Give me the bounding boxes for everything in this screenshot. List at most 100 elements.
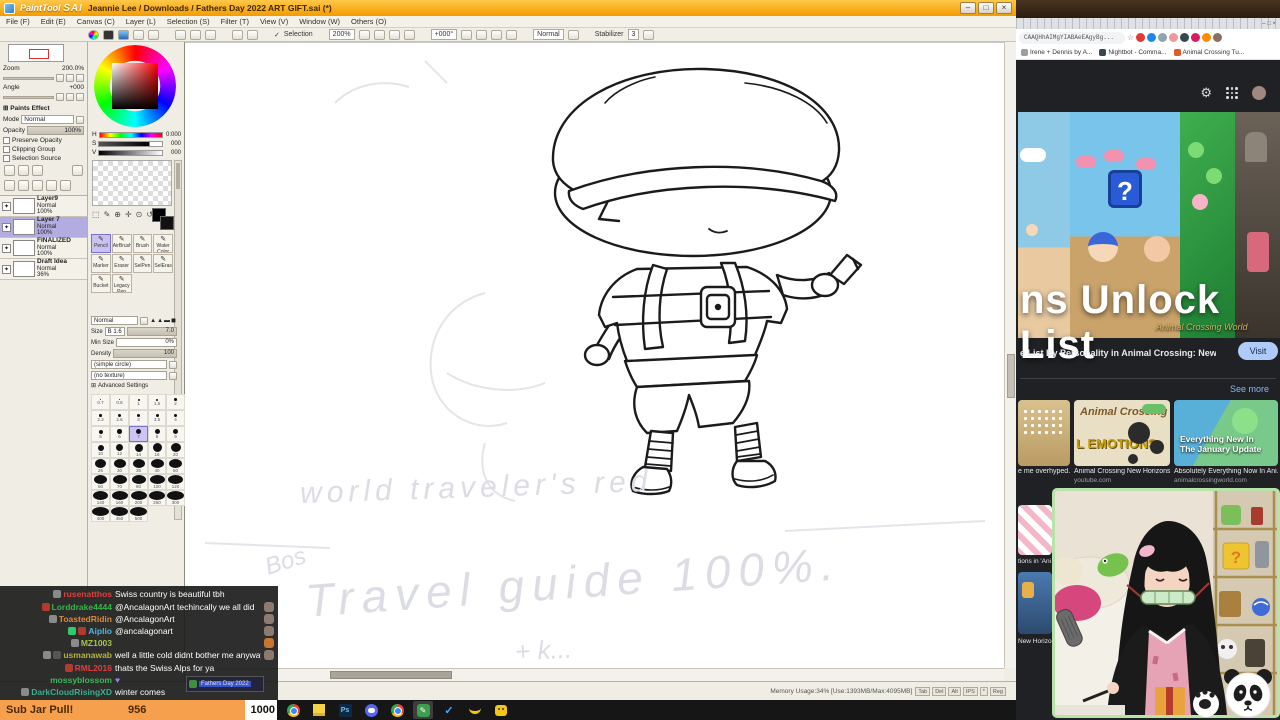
paint-mode-select[interactable]: Normal	[533, 29, 564, 40]
menu-item[interactable]: Selection (S)	[167, 17, 210, 26]
layer-row[interactable]: ✦ FINALIZED Normal 100%	[0, 238, 87, 259]
new-linework-layer-icon[interactable]	[18, 165, 29, 176]
brush-size-cell[interactable]: 25	[91, 458, 110, 474]
brush-size-cell[interactable]: 3	[129, 410, 148, 426]
tool-button[interactable]: ✎ SelEras	[153, 254, 173, 273]
vscroll-thumb[interactable]	[1007, 354, 1015, 398]
opacity-slider[interactable]: 100%	[27, 126, 84, 135]
tool-button[interactable]: ✎ Eraser	[111, 254, 132, 273]
google-apps-grid-icon[interactable]	[1226, 87, 1238, 99]
browser-window-controls[interactable]: – □ ×	[1262, 21, 1276, 27]
profile-avatar[interactable]	[1213, 33, 1223, 42]
bookmark-star-icon[interactable]: ☆	[1127, 33, 1134, 42]
layer-mode-menu[interactable]	[76, 115, 84, 124]
see-more-link[interactable]: See more	[1230, 384, 1269, 394]
taskbar-chrome-profile-icon[interactable]	[387, 701, 407, 719]
brush-size-cell[interactable]: 70	[110, 474, 129, 490]
brush-size-cell[interactable]: 1.5	[148, 394, 166, 410]
bookmark-item[interactable]: Nightbot - Comma...	[1099, 49, 1167, 56]
browser-tab-strip[interactable]: – □ ×	[1016, 18, 1280, 29]
partial-thumb-2[interactable]	[1018, 572, 1052, 634]
nav-angle-slider[interactable]	[3, 95, 54, 99]
menu-item[interactable]: Window (W)	[299, 17, 340, 26]
size-slider[interactable]: 7.0	[126, 327, 177, 336]
brush-shape-menu[interactable]	[169, 360, 177, 369]
paste-layer-icon[interactable]	[18, 180, 29, 191]
flip-button[interactable]	[491, 29, 503, 40]
tool-button[interactable]: ✎ Brush	[132, 234, 153, 253]
lasso-icon[interactable]: ✎	[104, 210, 111, 219]
layer-option-row[interactable]: Selection Source	[0, 154, 87, 163]
menu-item[interactable]: Canvas (C)	[77, 17, 115, 26]
brush-size-cell[interactable]: 6	[110, 426, 129, 442]
hue-slider[interactable]	[98, 131, 163, 138]
layer-visibility-toggle[interactable]: ✦	[2, 201, 11, 211]
scratchpad-swatch[interactable]	[92, 160, 172, 206]
canvas-vertical-scrollbar[interactable]	[1004, 42, 1016, 668]
texture-toggle-icon[interactable]	[148, 29, 159, 40]
value-slider[interactable]	[98, 149, 163, 156]
advanced-settings-header[interactable]: ⊞ Advanced Settings	[91, 381, 177, 390]
layer-row[interactable]: ✦ Draft Idea Normal 36%	[0, 259, 87, 280]
extension-icon-blue[interactable]	[1147, 33, 1157, 42]
menu-item[interactable]: Edit (E)	[41, 17, 66, 26]
redo-icon[interactable]	[247, 29, 258, 40]
brush-size-cell[interactable]: 1	[129, 394, 148, 410]
brush-size-cell[interactable]: 160	[110, 490, 129, 506]
extension-icon-dark[interactable]	[1180, 33, 1190, 42]
brush-size-cell[interactable]: 8	[148, 426, 166, 442]
menu-item[interactable]: Filter (T)	[221, 17, 249, 26]
nav-zoom-reset[interactable]	[76, 74, 84, 82]
taskbar-chat-app-icon[interactable]	[491, 701, 511, 719]
brush-size-cell[interactable]: 3.5	[148, 410, 166, 426]
brush-size-cell[interactable]: 4	[166, 410, 185, 426]
hscroll-thumb[interactable]	[330, 671, 452, 679]
stabilizer-value[interactable]: 3	[627, 29, 640, 40]
status-chip[interactable]: Del	[932, 686, 947, 696]
extension-icon-magenta[interactable]	[1191, 33, 1201, 42]
new-folder-icon[interactable]	[32, 165, 43, 176]
colorwheel-toggle-icon[interactable]	[88, 29, 99, 40]
zoom-value[interactable]: 200%	[328, 29, 355, 40]
swatch-toggle-icon[interactable]	[118, 29, 129, 40]
result-caption[interactable]: e List By Personality in Animal Crossing…	[1020, 348, 1216, 358]
layer-visibility-toggle[interactable]: ✦	[2, 243, 11, 253]
move-icon[interactable]: ✛	[125, 210, 132, 219]
selection-checkbox[interactable]: ✓	[274, 31, 280, 39]
delete-layer-icon[interactable]	[60, 180, 71, 191]
extension-icon-pink[interactable]	[1169, 33, 1179, 42]
zoom-in-button[interactable]	[373, 29, 385, 40]
taskbar-check-app-icon[interactable]: ✓	[439, 701, 459, 719]
status-chip[interactable]: IPS	[962, 686, 978, 696]
nav-zoom-slider[interactable]	[3, 76, 54, 80]
taskbar-chrome-icon[interactable]	[283, 701, 303, 719]
merge-layer-icon[interactable]	[32, 180, 43, 191]
tool-button[interactable]: ✎ AirBrush	[111, 234, 132, 253]
density-slider[interactable]: 100	[113, 349, 177, 358]
option-checkbox[interactable]	[3, 146, 10, 153]
nav-rotate-ccw[interactable]	[56, 93, 64, 101]
secondary-color-swatch[interactable]	[160, 216, 174, 230]
account-avatar[interactable]	[1252, 86, 1266, 100]
status-chip[interactable]: Reg	[989, 686, 1006, 696]
brush-size-cell[interactable]: 500	[129, 506, 148, 522]
zoom-tool-icon[interactable]: ⊙	[136, 210, 143, 219]
magic-wand-icon[interactable]: ⊕	[114, 210, 121, 219]
zoom-reset-button[interactable]	[403, 29, 415, 40]
brush-size-cell[interactable]: 80	[129, 474, 148, 490]
minimize-button[interactable]: –	[960, 2, 976, 14]
nav-rotate-cw[interactable]	[66, 93, 74, 101]
option-checkbox[interactable]	[3, 155, 10, 162]
brush-size-cell[interactable]: 120	[166, 474, 185, 490]
saturation-value-box[interactable]	[112, 63, 158, 109]
brush-size-cell[interactable]: 40	[148, 458, 166, 474]
status-chip[interactable]: Alt	[948, 686, 961, 696]
visit-button[interactable]: Visit	[1238, 342, 1278, 360]
brush-texture-menu[interactable]	[169, 371, 177, 380]
extension-icon-red[interactable]	[1136, 33, 1146, 42]
brush-size-cell[interactable]: 5	[91, 426, 110, 442]
saturation-slider[interactable]	[98, 140, 163, 147]
menu-item[interactable]: File (F)	[6, 17, 30, 26]
taskbar-discord-icon[interactable]	[361, 701, 381, 719]
brush-size-cell[interactable]: 100	[148, 474, 166, 490]
